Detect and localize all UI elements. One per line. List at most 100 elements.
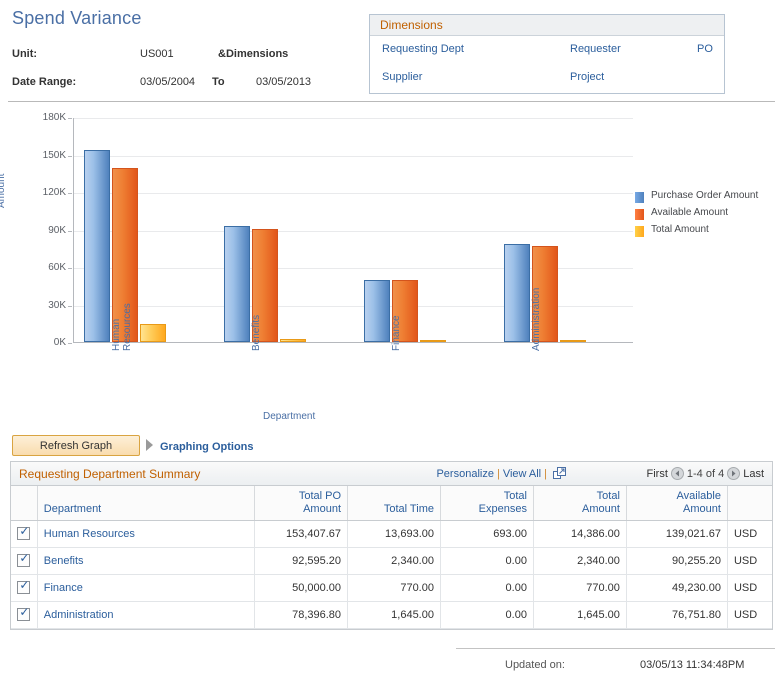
grid-pagination: First 1-4 of 4 Last xyxy=(647,467,764,483)
chart-bar[interactable] xyxy=(84,150,110,342)
chart-x-tick-label: Human Resources xyxy=(111,303,133,351)
chart-legend-item[interactable]: Total Amount xyxy=(635,224,770,238)
row-select-checkbox[interactable] xyxy=(17,552,31,567)
chart-y-tick-label: 180K xyxy=(42,112,66,123)
date-range-to-value: 03/05/2013 xyxy=(256,76,312,88)
action-separator-2: | xyxy=(544,468,547,480)
expand-triangle-icon[interactable] xyxy=(146,439,153,451)
dimensions-row-2: Supplier Project xyxy=(370,64,724,92)
header-total-time[interactable]: Total Time xyxy=(347,486,441,521)
header-total-po-amount[interactable]: Total PO Amount xyxy=(254,486,349,521)
last-page-link[interactable]: Last xyxy=(743,468,764,480)
dimensions-panel: Dimensions Requesting Dept Requester PO … xyxy=(369,14,725,94)
chart-bar[interactable] xyxy=(140,324,166,342)
row-select-checkbox-cell xyxy=(11,574,38,602)
table-header-row: Department Total PO Amount Total Time Tot… xyxy=(11,486,772,521)
chart-legend-label: Available Amount xyxy=(651,207,729,218)
updated-on-value: 03/05/13 11:34:48PM xyxy=(640,659,745,671)
chart-x-tick-label: Administration xyxy=(531,287,542,351)
department-link[interactable]: Benefits xyxy=(44,555,84,567)
chart-bar[interactable] xyxy=(560,339,586,342)
row-total-po-amount-cell: 50,000.00 xyxy=(254,574,349,602)
chart-plot-area xyxy=(73,118,633,343)
chart-gridline xyxy=(74,118,633,119)
chart-gridline xyxy=(74,193,633,194)
row-department-cell: Human Resources xyxy=(37,520,256,548)
header-available-amount[interactable]: Available Amount xyxy=(626,486,728,521)
row-total-amount-cell: 2,340.00 xyxy=(533,547,627,575)
row-available-amount-cell: 49,230.00 xyxy=(626,574,728,602)
chart-legend-item[interactable]: Purchase Order Amount xyxy=(635,190,770,204)
requesting-department-summary-grid: Requesting Department Summary Personaliz… xyxy=(10,461,773,630)
row-currency-cell: USD xyxy=(727,574,772,602)
chart-legend-item[interactable]: Available Amount xyxy=(635,207,770,221)
chart-x-tick-label: Finance xyxy=(391,315,402,351)
action-separator-1: | xyxy=(496,468,500,480)
chart-gridline xyxy=(74,230,633,232)
page-title: Spend Variance xyxy=(12,8,142,28)
dimensions-row-1: Requesting Dept Requester PO xyxy=(370,36,724,64)
first-page-link[interactable]: First xyxy=(647,468,668,480)
date-range-from-value: 03/05/2004 xyxy=(140,76,196,88)
chart-bar[interactable] xyxy=(280,339,306,342)
chart-y-tick-mark xyxy=(68,230,72,232)
chart-bar[interactable] xyxy=(364,279,390,342)
popout-icon[interactable] xyxy=(553,467,566,483)
dimension-link-requesting-dept[interactable]: Requesting Dept xyxy=(382,43,464,55)
view-all-link[interactable]: View All xyxy=(503,468,541,480)
row-department-cell: Finance xyxy=(37,574,256,602)
dimension-link-supplier[interactable]: Supplier xyxy=(382,71,422,83)
chart-y-tick-mark xyxy=(68,343,72,344)
row-total-po-amount-cell: 153,407.67 xyxy=(254,520,349,548)
dimension-link-po[interactable]: PO xyxy=(697,43,713,55)
row-select-checkbox[interactable] xyxy=(17,525,31,540)
table-row: Finance50,000.00770.000.00770.0049,230.0… xyxy=(11,574,772,602)
personalize-link[interactable]: Personalize xyxy=(436,468,493,480)
table-row: Human Resources 153,407.6713,693.00693.00… xyxy=(11,520,772,548)
chart-bar[interactable] xyxy=(420,340,446,342)
previous-page-icon[interactable] xyxy=(670,467,684,483)
chart-y-tick-mark xyxy=(68,268,72,269)
chart-x-tick-label: Benefits xyxy=(251,314,262,351)
department-link[interactable]: Administration xyxy=(44,609,114,621)
chart-bar[interactable] xyxy=(504,244,530,342)
row-currency-cell: USD xyxy=(727,520,772,548)
header-divider xyxy=(8,101,775,102)
chart-y-tick-label: 120K xyxy=(42,187,66,198)
row-currency-cell: USD xyxy=(727,547,772,575)
header-department[interactable]: Department xyxy=(37,486,256,521)
row-select-checkbox[interactable] xyxy=(17,606,31,621)
chart-bar[interactable] xyxy=(224,226,250,342)
header-total-po-amount-label: Total PO Amount xyxy=(298,490,342,515)
graphing-options-link[interactable]: Graphing Options xyxy=(160,441,254,453)
dimensions-caption: &Dimensions xyxy=(218,48,289,60)
spend-variance-chart: Amount Purchase Order Amount Available Am… xyxy=(0,108,775,428)
row-available-amount-cell: 90,255.20 xyxy=(626,547,728,575)
dimension-link-project[interactable]: Project xyxy=(570,71,604,83)
department-link[interactable]: Human Resources xyxy=(44,528,135,540)
row-available-amount-cell: 76,751.80 xyxy=(626,601,728,629)
row-total-time-cell: 2,340.00 xyxy=(347,547,441,575)
row-total-expenses-cell: 693.00 xyxy=(440,520,534,548)
chart-y-tick-label: 30K xyxy=(48,299,66,311)
row-total-po-amount-cell: 92,595.20 xyxy=(254,547,349,575)
header-total-amount[interactable]: Total Amount xyxy=(533,486,627,521)
summary-table-head: Department Total PO Amount Total Time Tot… xyxy=(11,486,772,521)
row-total-expenses-cell: 0.00 xyxy=(440,601,534,629)
chart-legend-swatch xyxy=(635,209,644,220)
department-link[interactable]: Finance xyxy=(44,582,83,594)
chart-y-tick-mark xyxy=(68,118,72,119)
refresh-graph-button[interactable]: Refresh Graph xyxy=(12,435,140,456)
chart-gridline xyxy=(74,155,633,157)
header-total-amount-label: Total Amount xyxy=(582,490,620,515)
dimension-link-requester[interactable]: Requester xyxy=(570,43,621,55)
summary-table: Department Total PO Amount Total Time Tot… xyxy=(11,486,772,629)
row-total-expenses-cell: 0.00 xyxy=(440,547,534,575)
header-total-expenses[interactable]: Total Expenses xyxy=(440,486,534,521)
chart-y-tick-label: 60K xyxy=(48,262,66,273)
next-page-icon[interactable] xyxy=(727,467,741,483)
table-row: Administration78,396.801,645.000.001,645… xyxy=(11,601,772,629)
row-total-amount-cell: 770.00 xyxy=(533,574,627,602)
row-select-checkbox[interactable] xyxy=(17,579,31,594)
chart-x-axis-title: Department xyxy=(263,411,316,422)
